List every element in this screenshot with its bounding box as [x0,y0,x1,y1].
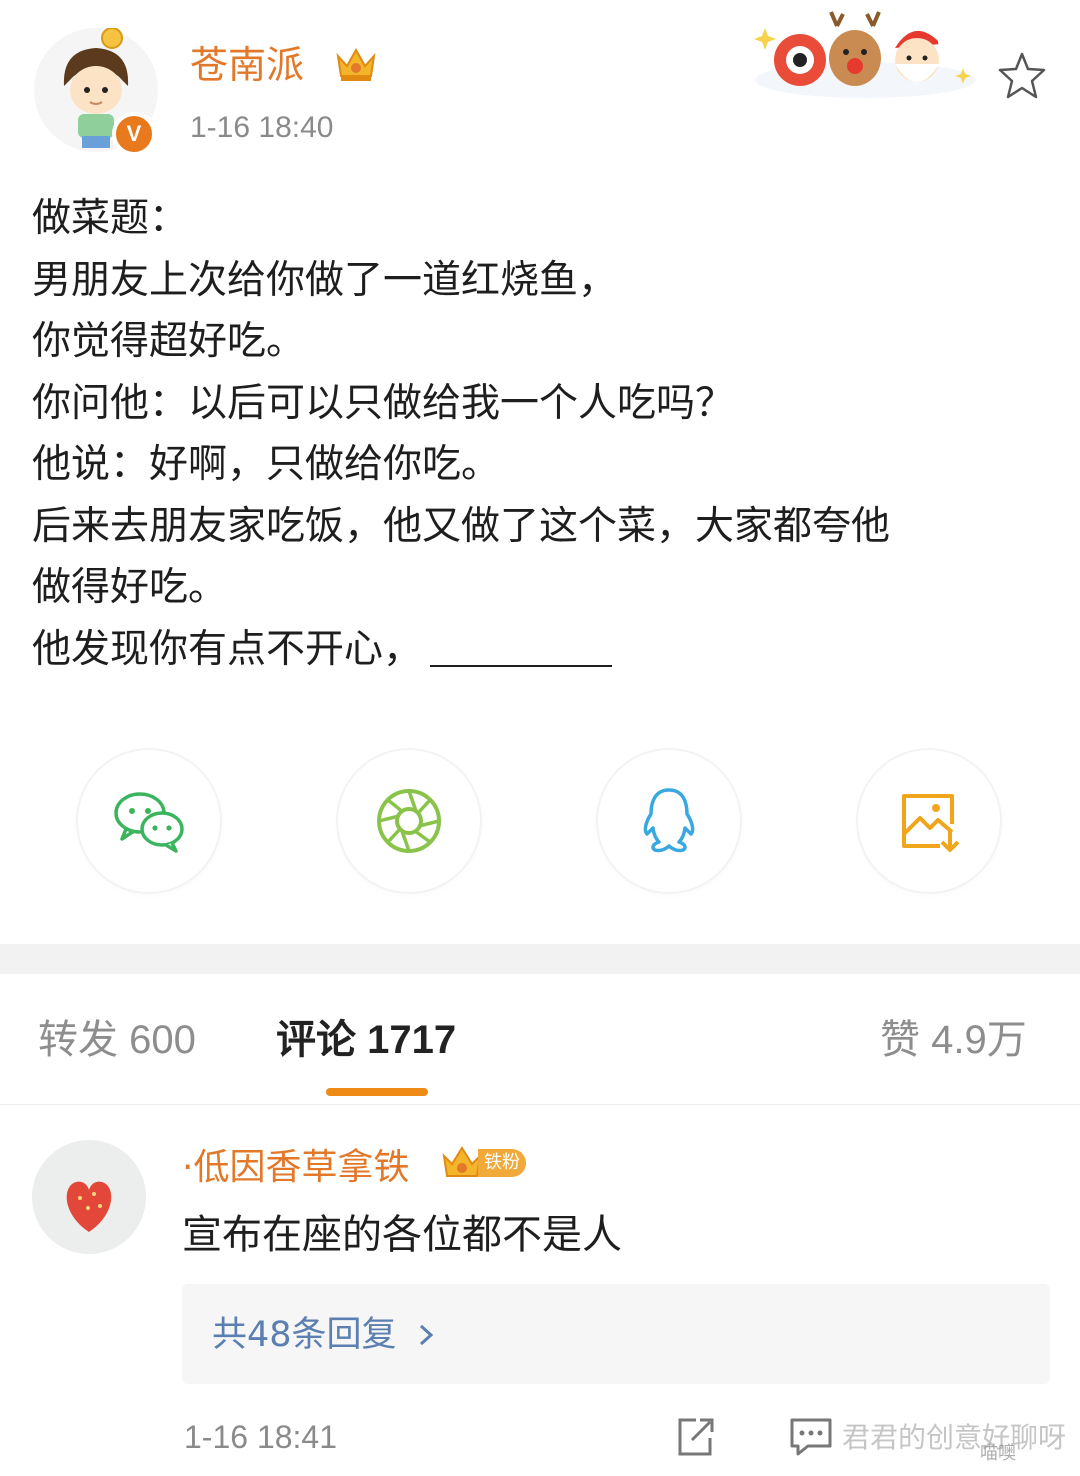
share-comment-icon[interactable] [674,1416,716,1458]
author-name[interactable]: 苍南派 [190,40,304,90]
share-moments-button[interactable] [338,750,480,892]
tab-comments[interactable]: 评论 1717 [276,1012,456,1068]
comment-timestamp: 1-16 18:41 [184,1419,338,1455]
reply-comment-icon[interactable] [788,1416,834,1458]
post-line: 后来去朋友家吃饭，他又做了这个菜，大家都夸他 [32,503,891,549]
post-body: 做菜题： 男朋友上次给你做了一道红烧鱼， 你觉得超好吃。 你问他：以后可以只做给… [32,188,1052,680]
watermark-site: 喵噢 [980,1443,1016,1464]
post-line: 你觉得超好吃。 [32,319,306,364]
comment-text: 宣布在座的各位都不是人 [182,1212,622,1258]
tab-reposts[interactable]: 转发 600 [38,1012,196,1068]
view-replies-label: 共48条回复 [212,1315,397,1355]
verified-icon: V [112,112,156,156]
save-image-button[interactable] [858,750,1000,892]
post-line-text: 他发现你有点不开心， [32,626,423,672]
crown-icon [333,40,379,86]
wechat-icon [114,792,184,853]
watermark-text: 君君的创意好聊呀 [842,1421,1067,1454]
post-line: 做得好吃。 [32,565,228,610]
fan-badge: 铁粉 [440,1142,534,1184]
save-image-icon [902,794,960,852]
commenter-name[interactable]: ·低因香草拿铁 [182,1145,409,1191]
fan-badge-label: 铁粉 [478,1149,526,1177]
post-line-last: 他发现你有点不开心， [32,619,1052,681]
post-timestamp: 1-16 18:40 [190,111,334,144]
fill-in-blank [430,665,613,668]
moments-icon [377,789,441,853]
post-line: 他说：好啊，只做给你吃。 [32,442,501,487]
tab-divider [0,1104,1080,1105]
tab-likes[interactable]: 赞 4.9万 [880,1012,1027,1068]
post-line: 你问他：以后可以只做给我一个人吃吗？ [32,380,735,426]
star-icon[interactable] [996,50,1048,102]
chevron-right-icon [419,1324,433,1346]
view-replies-link[interactable]: 共48条回复 [212,1312,441,1358]
commenter-avatar[interactable] [32,1140,146,1254]
post-line: 男朋友上次给你做了一道红烧鱼， [32,257,618,303]
qq-icon [643,788,695,853]
section-divider [0,944,1080,974]
post-line: 做菜题： [32,196,189,241]
active-tab-indicator [326,1088,428,1096]
share-wechat-button[interactable] [78,750,220,892]
holiday-mascots [745,8,975,100]
share-qq-button[interactable] [598,750,740,892]
